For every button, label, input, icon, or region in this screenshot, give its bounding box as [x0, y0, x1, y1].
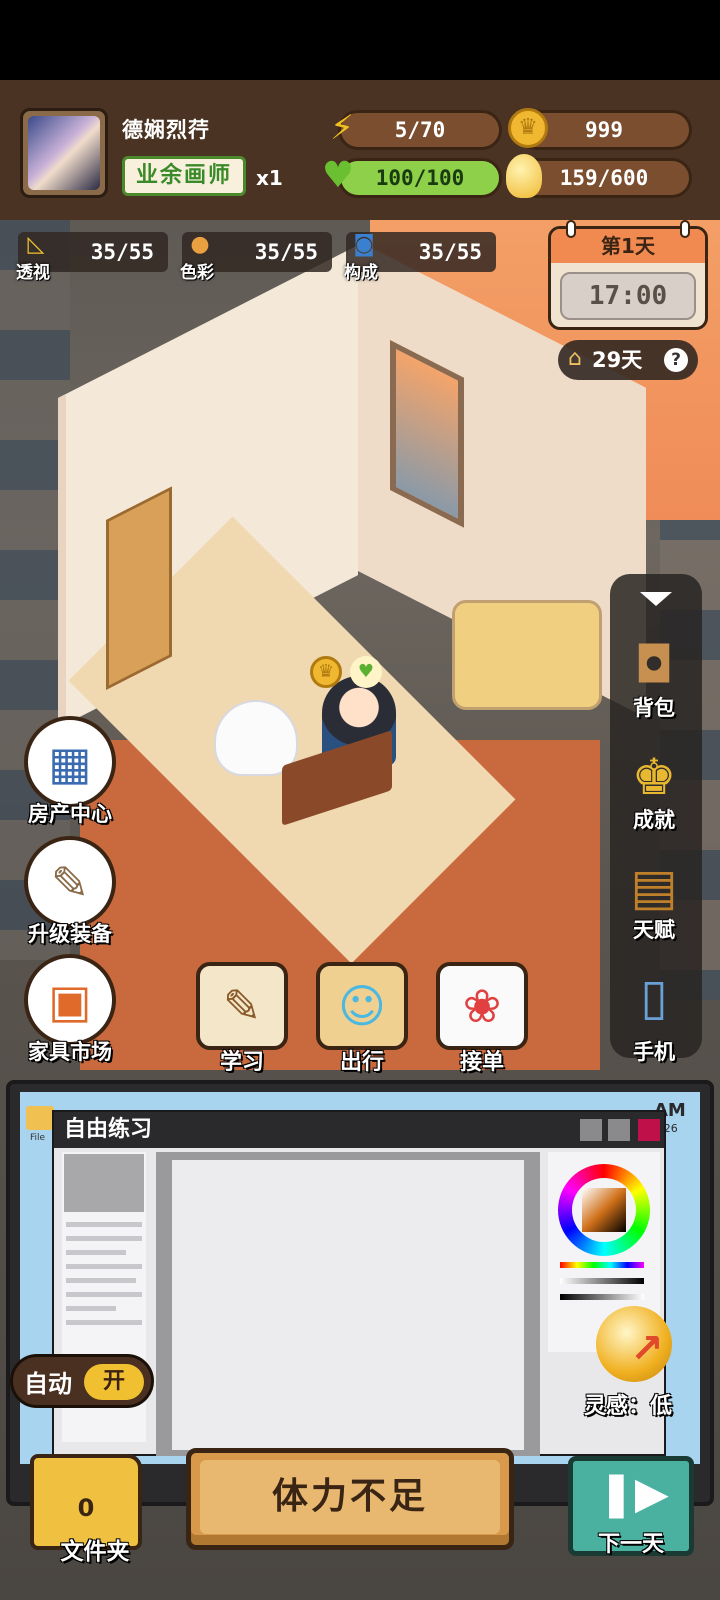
auto-state[interactable]: 开 [84, 1364, 144, 1400]
achievements-label[interactable]: 成就 [614, 804, 694, 834]
talent-book-icon[interactable]: ▤ [614, 852, 694, 922]
panel-row [66, 1278, 136, 1283]
panel-row [66, 1250, 126, 1255]
top-status-bar [0, 80, 720, 220]
furniture-icon: ▣ [48, 974, 92, 1028]
auto-label: 自动 [24, 1370, 72, 1398]
rank-badge: 业余画师 [122, 156, 246, 196]
heart-icon: ♥ [321, 155, 355, 196]
folder-count: 0 [77, 1494, 95, 1522]
clock-time: 17:00 [560, 272, 696, 320]
furniture-market-label: 家具市场 [28, 1040, 112, 1064]
camera-icon: ◙ [353, 232, 375, 257]
trophy-icon[interactable]: ♚ [614, 742, 694, 812]
energy-counter[interactable]: 5/70 [338, 110, 502, 150]
insufficient-stamina-label[interactable]: 体力不足 [200, 1460, 500, 1534]
room-door[interactable] [106, 486, 172, 690]
minimize-icon [580, 1119, 602, 1141]
property-center-button[interactable]: ▦ [24, 716, 116, 808]
desktop-file-label: File [30, 1133, 46, 1143]
inspiration-level: 灵感：低 [584, 1394, 673, 1419]
phone-label[interactable]: 手机 [614, 1036, 694, 1066]
bed[interactable] [452, 600, 602, 710]
maximize-icon [608, 1119, 630, 1141]
travel-button[interactable]: ☺ [316, 962, 408, 1050]
drawing-canvas [172, 1160, 524, 1450]
talent-label[interactable]: 天赋 [614, 914, 694, 944]
panel-row [66, 1320, 142, 1325]
brush-palette-icon: ✎ [50, 856, 90, 910]
color-picker-square [582, 1188, 626, 1232]
crown-coin-icon: ♛ [508, 108, 548, 148]
building-icon: ▦ [48, 736, 92, 790]
close-icon [638, 1119, 660, 1141]
bunny-order-icon: ❀ [462, 979, 502, 1033]
heart-bubble-icon[interactable]: ♥ [350, 656, 382, 688]
layer-preview [64, 1154, 144, 1212]
inspiration-counter[interactable]: 159/600 [516, 158, 692, 198]
panel-row [66, 1292, 142, 1297]
house-icon: ⌂ [568, 346, 582, 371]
skip-forward-icon: ❚▶ [598, 1468, 669, 1519]
study-button[interactable]: ✎ [196, 962, 288, 1050]
backpack-label[interactable]: 背包 [614, 692, 694, 722]
ghost-map-icon: ☺ [338, 979, 386, 1033]
trend-arrow-icon: ↗ [630, 1326, 664, 1372]
folder-label[interactable]: 文件夹 [30, 1532, 160, 1566]
upgrade-equipment-label: 升级装备 [28, 922, 112, 946]
panel-row [66, 1306, 116, 1311]
phone-icon[interactable]: ▯ [614, 962, 694, 1032]
folder-icon [26, 1106, 54, 1130]
coin-bubble-icon[interactable]: ♛ [310, 656, 342, 688]
value-slider [560, 1294, 644, 1300]
avatar[interactable] [28, 116, 100, 190]
ruler-icon: ◺ [27, 232, 45, 257]
take-order-label[interactable]: 接单 [436, 1044, 528, 1076]
take-order-button[interactable]: ❀ [436, 962, 528, 1050]
calendar-ring [680, 220, 690, 238]
player-name: 德娴烈荇 [122, 118, 210, 142]
travel-label[interactable]: 出行 [316, 1044, 408, 1076]
book-icon: ✎ [222, 979, 262, 1033]
lightbulb-icon [506, 154, 542, 198]
skill-color-label: 色彩 [180, 263, 214, 283]
palette-icon: ● [190, 232, 210, 257]
painting-app-title: 自由练习 [54, 1112, 664, 1148]
panel-row [66, 1222, 142, 1227]
collapse-arrow-icon[interactable] [640, 592, 672, 606]
rank-multiplier: x1 [256, 166, 283, 190]
heart-counter[interactable]: 100/100 [338, 158, 502, 198]
panel-row [66, 1264, 142, 1269]
study-label[interactable]: 学习 [196, 1044, 288, 1076]
backpack-icon[interactable]: ◘ [614, 630, 694, 700]
upgrade-equipment-button[interactable]: ✎ [24, 836, 116, 928]
property-center-label: 房产中心 [28, 802, 112, 826]
hue-slider [560, 1262, 644, 1268]
panel-row [66, 1236, 142, 1241]
skill-perspective-label: 透视 [16, 263, 50, 283]
help-icon[interactable]: ? [664, 348, 688, 372]
next-day-label[interactable]: 下一天 [568, 1526, 694, 1558]
saturation-slider [560, 1278, 644, 1284]
lightning-icon: ⚡ [330, 108, 354, 148]
furniture-market-button[interactable]: ▣ [24, 954, 116, 1046]
skill-composition-label: 构成 [344, 263, 378, 283]
calendar-ring [566, 220, 576, 238]
